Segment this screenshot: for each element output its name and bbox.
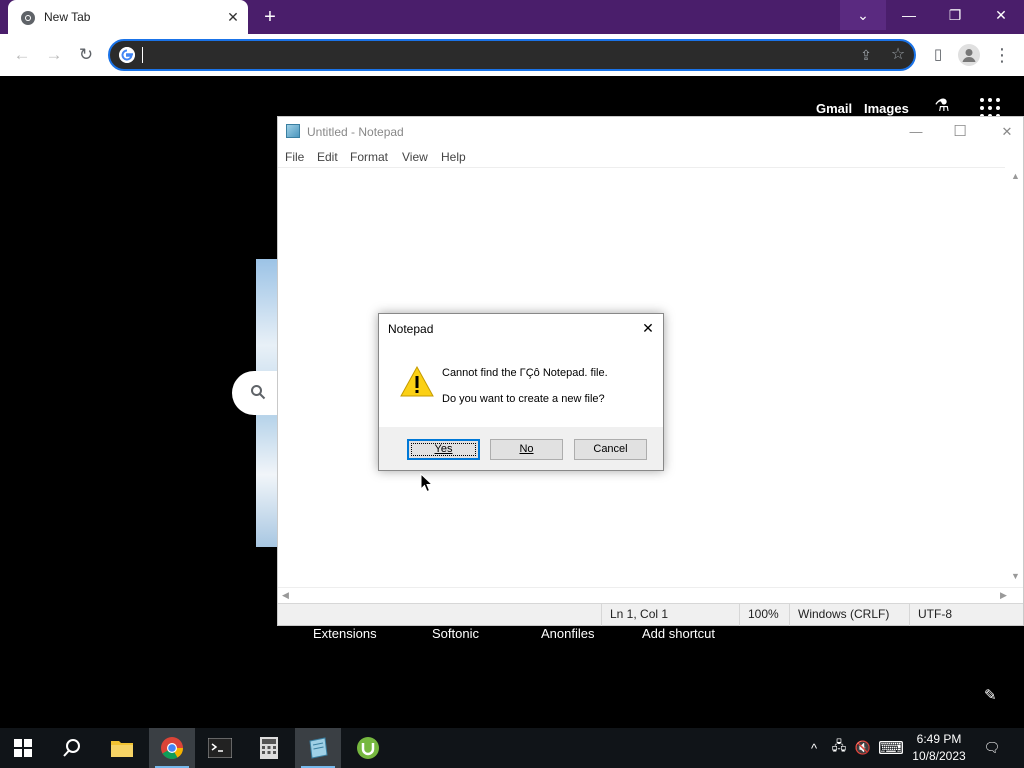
calculator-icon xyxy=(260,737,278,759)
share-icon[interactable]: ⇪ xyxy=(856,45,876,65)
taskbar-file-explorer[interactable] xyxy=(99,728,145,768)
folder-icon xyxy=(111,741,133,757)
cancel-button-label: Cancel xyxy=(593,443,628,455)
customize-pencil-icon[interactable]: ✎ xyxy=(984,688,1000,704)
bookmark-star-icon[interactable]: ☆ xyxy=(888,45,908,65)
forward-button[interactable]: → xyxy=(43,44,65,66)
dialog-close-icon[interactable]: ✕ xyxy=(639,319,657,337)
notepad-dialog: Notepad ✕ Cannot find the ΓÇô Notepad. f… xyxy=(378,313,664,471)
warning-icon xyxy=(400,366,434,397)
address-bar[interactable] xyxy=(108,39,916,71)
browser-tab-newtab[interactable]: New Tab ✕ xyxy=(8,0,248,34)
tab-search-button[interactable]: ⌄ xyxy=(840,0,886,30)
notepad-status-bar: Ln 1, Col 1 100% Windows (CRLF) UTF-8 xyxy=(278,603,1023,626)
dialog-message-line2: Do you want to create a new file? xyxy=(442,393,605,405)
profile-avatar[interactable] xyxy=(958,44,980,66)
search-icon xyxy=(251,385,266,400)
notepad-icon xyxy=(309,737,328,759)
menu-help[interactable]: Help xyxy=(441,150,466,164)
shortcut-extensions[interactable]: Extensions xyxy=(313,626,377,641)
taskbar-calculator[interactable] xyxy=(246,728,292,768)
yes-button[interactable]: Yes xyxy=(407,439,480,460)
new-tab-button[interactable]: + xyxy=(258,6,282,28)
taskbar-utorrent[interactable] xyxy=(345,728,391,768)
scroll-down-icon[interactable]: ▼ xyxy=(1011,571,1020,581)
browser-minimize-button[interactable]: — xyxy=(886,0,932,30)
menu-file[interactable]: File xyxy=(285,150,304,164)
notepad-maximize-button[interactable]: ☐ xyxy=(948,121,972,143)
start-button[interactable] xyxy=(0,728,46,768)
dialog-message-line1: Cannot find the ΓÇô Notepad. file. xyxy=(442,367,608,379)
images-link[interactable]: Images xyxy=(864,101,909,116)
google-search-box[interactable] xyxy=(232,371,282,415)
shortcut-anonfiles[interactable]: Anonfiles xyxy=(541,626,594,641)
browser-menu-icon[interactable]: ⋮ xyxy=(991,44,1013,66)
status-zoom: 100% xyxy=(739,604,789,626)
volume-muted-icon[interactable]: 🔇 xyxy=(852,728,874,768)
browser-restore-button[interactable]: ❐ xyxy=(932,0,978,30)
search-icon xyxy=(63,739,80,757)
utorrent-icon xyxy=(357,737,379,759)
browser-close-button[interactable]: ✕ xyxy=(978,0,1024,30)
menu-view[interactable]: View xyxy=(402,150,428,164)
notification-center-icon[interactable]: 🗨 xyxy=(980,728,1004,768)
scroll-left-icon[interactable]: ◀ xyxy=(282,590,289,601)
tab-close-icon[interactable]: ✕ xyxy=(224,8,242,26)
chrome-icon xyxy=(161,737,183,759)
google-g-icon xyxy=(119,47,135,63)
clock-time: 6:49 PM xyxy=(916,732,962,746)
notepad-title: Untitled - Notepad xyxy=(307,125,404,139)
notepad-close-button[interactable]: ✕ xyxy=(995,121,1019,143)
dialog-button-area: Yes No Cancel xyxy=(379,427,663,470)
taskbar-chrome[interactable] xyxy=(149,728,195,768)
notepad-menu-bar xyxy=(278,147,1023,167)
taskbar-clock[interactable]: 6:49 PM 10/8/2023 xyxy=(908,731,970,765)
taskbar-terminal[interactable] xyxy=(197,728,243,768)
gmail-link[interactable]: Gmail xyxy=(816,101,852,116)
taskbar-notepad[interactable] xyxy=(295,728,341,768)
yes-focus-ring xyxy=(411,443,476,456)
cancel-button[interactable]: Cancel xyxy=(574,439,647,460)
terminal-icon xyxy=(208,738,232,758)
no-button-label: No xyxy=(519,443,534,455)
scroll-right-icon[interactable]: ▶ xyxy=(1000,590,1007,601)
tab-title: New Tab xyxy=(44,10,91,24)
address-cursor xyxy=(142,47,143,63)
back-button[interactable]: ← xyxy=(11,44,33,66)
labs-flask-icon[interactable]: ⚗ xyxy=(932,96,952,118)
notepad-minimize-button[interactable]: — xyxy=(904,121,928,143)
horizontal-scrollbar[interactable]: ◀ ▶ xyxy=(278,587,1023,603)
network-icon[interactable]: 🖧 xyxy=(828,728,850,768)
clock-date: 10/8/2023 xyxy=(912,749,966,763)
shortcut-softonic[interactable]: Softonic xyxy=(432,626,479,641)
reload-button[interactable]: ↻ xyxy=(75,44,97,66)
taskbar-search-button[interactable] xyxy=(49,728,95,768)
status-line-endings: Windows (CRLF) xyxy=(789,604,909,626)
google-apps-icon[interactable] xyxy=(980,98,1000,118)
menu-format[interactable]: Format xyxy=(350,150,388,164)
windows-logo-icon xyxy=(14,739,32,757)
scroll-up-icon[interactable]: ▲ xyxy=(1011,171,1020,181)
person-icon xyxy=(962,49,976,62)
mouse-pointer-icon xyxy=(420,473,434,493)
keyboard-icon[interactable]: ⌨ xyxy=(878,728,904,768)
chrome-favicon-icon xyxy=(21,11,35,25)
status-encoding: UTF-8 xyxy=(909,604,1021,626)
dialog-title: Notepad xyxy=(388,322,434,336)
notepad-app-icon xyxy=(286,124,300,138)
menu-edit[interactable]: Edit xyxy=(317,150,338,164)
side-panel-icon[interactable]: ▯ xyxy=(927,44,949,66)
shortcut-add[interactable]: Add shortcut xyxy=(642,626,715,641)
no-button[interactable]: No xyxy=(490,439,563,460)
tray-overflow-chevron-icon[interactable]: ^ xyxy=(804,728,824,768)
status-position: Ln 1, Col 1 xyxy=(601,604,739,626)
vertical-scrollbar[interactable]: ▲ ▼ xyxy=(1005,167,1023,587)
